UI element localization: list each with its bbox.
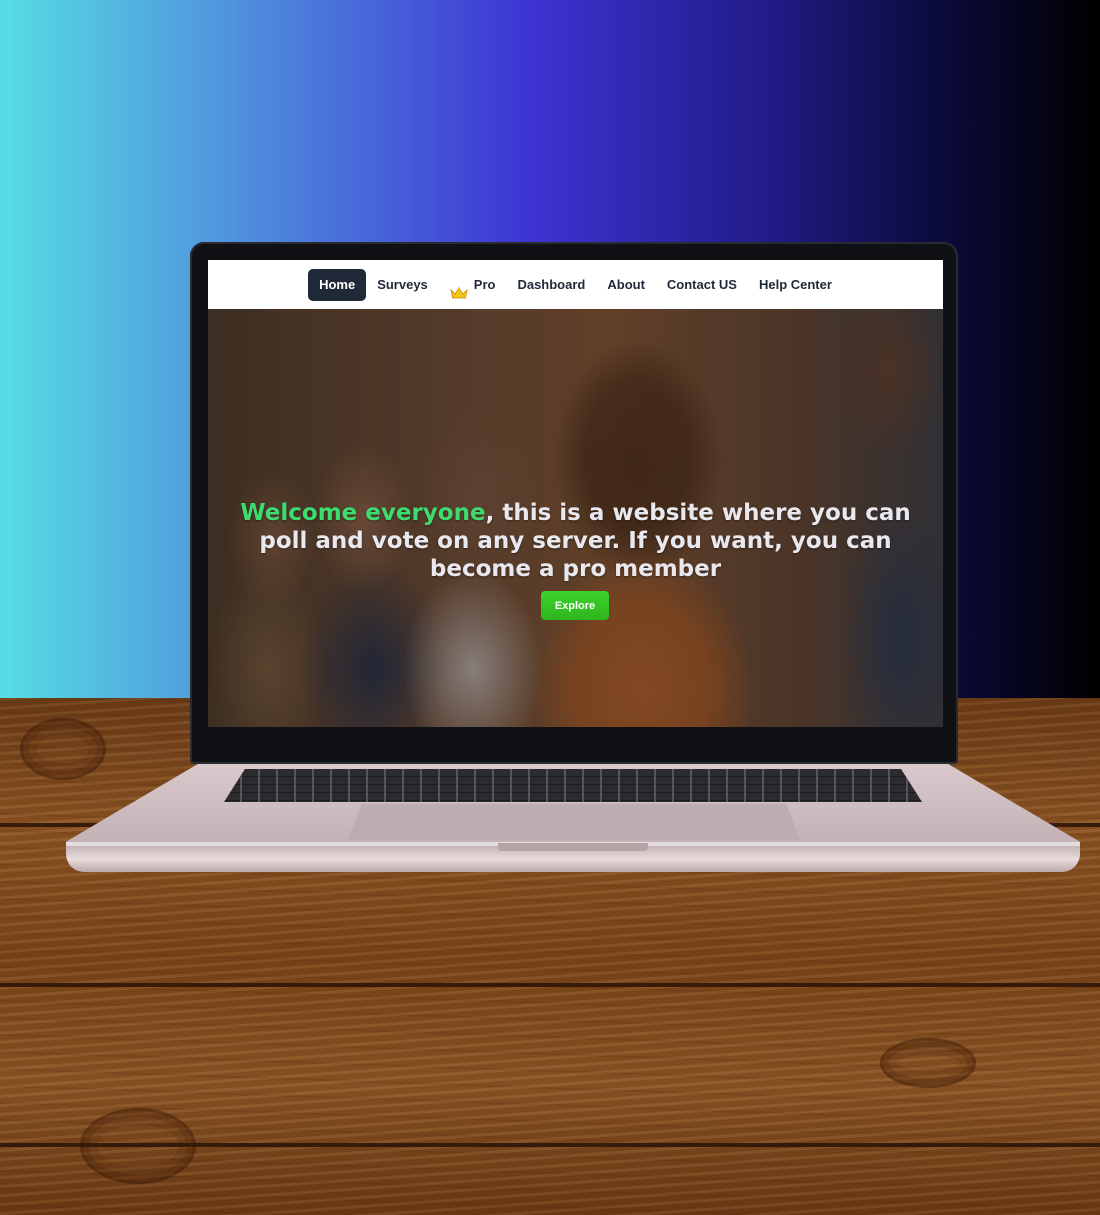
nav-item-label: Surveys <box>377 276 428 292</box>
nav-item-dashboard[interactable]: Dashboard <box>506 269 596 301</box>
nav-item-surveys[interactable]: Surveys <box>366 269 439 301</box>
nav-item-pro[interactable]: Pro <box>439 269 507 301</box>
wood-knot <box>880 1038 976 1088</box>
main-navbar: Home Surveys Pro Dashboard About Contact… <box>208 260 943 309</box>
wood-knot <box>80 1108 196 1184</box>
mockup-scene: Home Surveys Pro Dashboard About Contact… <box>0 0 1100 1215</box>
laptop-notch <box>498 843 648 851</box>
nav-item-label: Dashboard <box>517 276 586 292</box>
nav-item-about[interactable]: About <box>596 269 656 301</box>
hero-section: Welcome everyone, this is a website wher… <box>208 309 943 727</box>
laptop-keyboard <box>224 769 922 802</box>
nav-item-label: Help Center <box>758 276 832 292</box>
hero-title: Welcome everyone, this is a website wher… <box>213 499 938 583</box>
nav-item-contact[interactable]: Contact US <box>656 269 748 301</box>
laptop-screen: Home Surveys Pro Dashboard About Contact… <box>208 260 943 727</box>
laptop-base <box>66 764 1080 872</box>
explore-button[interactable]: Explore <box>541 591 609 620</box>
hero-title-accent: Welcome everyone <box>240 500 486 526</box>
nav-item-label: Home <box>319 276 356 292</box>
crown-icon <box>450 279 468 298</box>
nav-item-help-center[interactable]: Help Center <box>748 269 843 301</box>
nav-item-label: Contact US <box>666 276 737 292</box>
nav-item-label: Pro <box>473 276 496 292</box>
nav-item-home[interactable]: Home <box>308 268 367 301</box>
nav-item-label: About <box>607 276 645 292</box>
laptop-trackpad <box>348 804 800 840</box>
